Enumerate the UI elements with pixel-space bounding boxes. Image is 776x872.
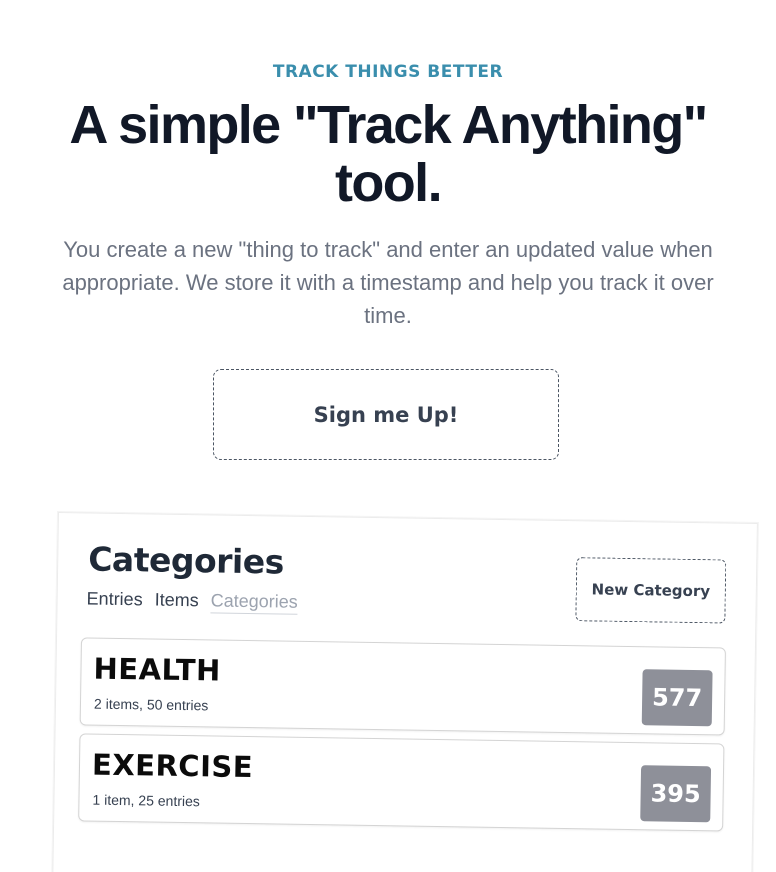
preview-page-title: Categories [87, 539, 285, 582]
category-count-badge: 395 [640, 765, 712, 823]
category-name: HEALTH [93, 651, 222, 688]
app-preview-card: Categories Entries Items Categories New … [52, 512, 758, 872]
sign-up-button[interactable]: Sign me Up! [213, 369, 559, 460]
new-category-button[interactable]: New Category [575, 557, 727, 624]
preview-nav: Entries Items Categories [86, 588, 298, 615]
eyebrow-label: TRACK THINGS BETTER [272, 62, 504, 82]
preview-nav-items[interactable]: Items [154, 590, 199, 614]
category-meta: 2 items, 50 entries [93, 695, 209, 714]
hero-description: You create a new "thing to track" and en… [62, 237, 714, 328]
category-card-exercise[interactable]: EXERCISE 1 item, 25 entries 395 [78, 733, 725, 832]
category-card-health[interactable]: HEALTH 2 items, 50 entries 577 [79, 637, 726, 736]
category-meta: 1 item, 25 entries [92, 791, 200, 810]
category-count-badge: 577 [641, 669, 713, 727]
headline: A simple "Track Anything" tool. [69, 95, 708, 213]
preview-nav-entries[interactable]: Entries [86, 588, 142, 612]
preview-nav-categories[interactable]: Categories [210, 590, 298, 615]
category-name: EXERCISE [91, 747, 254, 785]
